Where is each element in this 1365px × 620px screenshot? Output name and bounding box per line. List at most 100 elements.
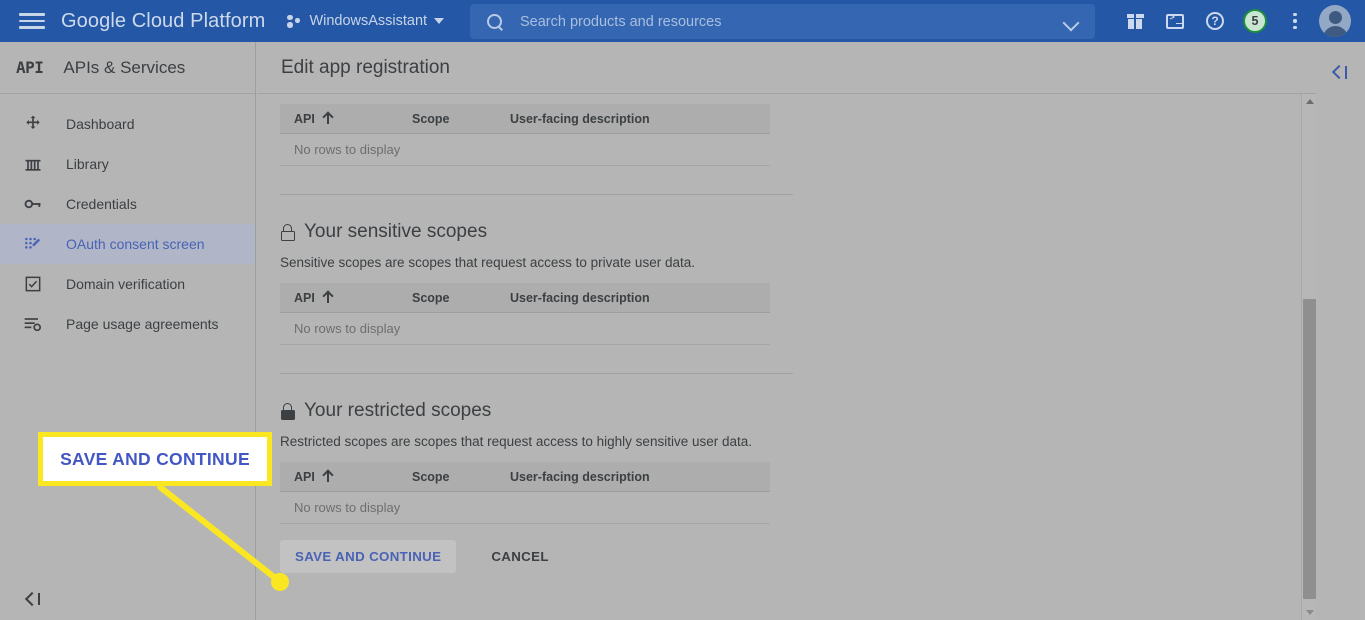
account-avatar[interactable] — [1319, 5, 1351, 37]
column-header-description[interactable]: User-facing description — [496, 291, 770, 305]
column-label: API — [294, 290, 315, 305]
scopes-table: API Scope User-facing description No row… — [280, 104, 770, 166]
page-header: Edit app registration — [257, 42, 1316, 94]
help-glyph: ? — [1206, 12, 1224, 30]
sidebar-title: APIs & Services — [63, 57, 186, 77]
section-title-text: Your restricted scopes — [304, 400, 492, 421]
table-empty-message: No rows to display — [280, 313, 770, 345]
column-label: Scope — [412, 290, 450, 305]
section-non-sensitive-scopes: API Scope User-facing description No row… — [257, 94, 1316, 166]
scroll-content: API Scope User-facing description No row… — [257, 94, 1316, 620]
agreements-icon — [22, 313, 44, 335]
column-header-description[interactable]: User-facing description — [496, 470, 770, 484]
top-bar-icon-group: ? 5 — [1115, 0, 1357, 42]
sort-ascending-arrow-icon — [324, 113, 333, 124]
sidebar-item-page-usage-agreements[interactable]: Page usage agreements — [0, 304, 255, 344]
column-label: API — [294, 111, 315, 126]
column-label: API — [294, 469, 315, 484]
sidebar-item-label: Domain verification — [66, 276, 186, 292]
cloud-shell-icon[interactable] — [1155, 0, 1195, 42]
sidebar-item-label: Dashboard — [66, 116, 135, 132]
checkbox-icon — [22, 273, 44, 295]
column-header-api[interactable]: API — [280, 470, 398, 484]
column-header-description[interactable]: User-facing description — [496, 112, 770, 126]
key-icon — [22, 193, 44, 215]
hamburger-menu-icon[interactable] — [19, 11, 45, 31]
brand-title: Google Cloud Platform — [61, 9, 266, 32]
section-sensitive-scopes: Your sensitive scopes Sensitive scopes a… — [257, 221, 1316, 345]
chevron-down-icon — [434, 18, 445, 24]
api-logo: API — [16, 58, 44, 77]
page-title: Edit app registration — [281, 56, 450, 78]
sort-ascending-arrow-icon — [324, 292, 333, 303]
consent-screen-icon — [22, 233, 44, 255]
sidebar-nav-list: Dashboard Library Credentials OAuth cons… — [0, 94, 255, 344]
section-title: Your sensitive scopes — [280, 221, 1316, 243]
right-rail — [1317, 42, 1365, 620]
section-title: Your restricted scopes — [280, 400, 1316, 422]
sidebar-item-oauth-consent-screen[interactable]: OAuth consent screen — [0, 224, 255, 264]
main-content: Edit app registration API Scope User-fac… — [257, 42, 1316, 620]
vertical-scrollbar[interactable] — [1301, 94, 1316, 620]
project-name: WindowsAssistant — [309, 13, 428, 29]
scopes-table: API Scope User-facing description No row… — [280, 283, 770, 345]
cancel-button[interactable]: CANCEL — [476, 540, 564, 573]
scrollbar-thumb[interactable] — [1303, 299, 1316, 599]
table-header-row: API Scope User-facing description — [280, 462, 770, 492]
section-restricted-scopes: Your restricted scopes Restricted scopes… — [257, 400, 1316, 524]
sort-ascending-arrow-icon — [324, 471, 333, 482]
column-header-api[interactable]: API — [280, 291, 398, 305]
library-icon — [22, 153, 44, 175]
sidebar-item-credentials[interactable]: Credentials — [0, 184, 255, 224]
column-label: User-facing description — [510, 290, 650, 305]
sidebar-item-label: Credentials — [66, 196, 137, 212]
search-icon — [486, 13, 504, 31]
notifications-badge[interactable]: 5 — [1235, 0, 1275, 42]
sidebar-item-dashboard[interactable]: Dashboard — [0, 104, 255, 144]
scroll-down-arrow-icon[interactable] — [1302, 605, 1317, 620]
search-chevron-down-icon[interactable] — [1065, 17, 1079, 26]
scroll-up-arrow-icon[interactable] — [1302, 94, 1317, 109]
save-and-continue-button[interactable]: SAVE AND CONTINUE — [280, 540, 457, 573]
annotation-callout: SAVE AND CONTINUE — [38, 432, 272, 486]
section-title-text: Your sensitive scopes — [304, 221, 488, 242]
column-header-scope[interactable]: Scope — [398, 470, 496, 484]
lock-closed-icon — [280, 402, 295, 420]
more-options-icon[interactable] — [1275, 0, 1315, 42]
table-empty-message: No rows to display — [280, 492, 770, 524]
left-sidebar: API APIs & Services Dashboard Library Cr… — [0, 42, 256, 620]
column-header-scope[interactable]: Scope — [398, 112, 496, 126]
section-description: Sensitive scopes are scopes that request… — [280, 255, 695, 270]
sidebar-header: API APIs & Services — [0, 42, 255, 94]
notification-count: 5 — [1243, 9, 1267, 33]
sidebar-item-domain-verification[interactable]: Domain verification — [0, 264, 255, 304]
column-label: Scope — [412, 469, 450, 484]
column-header-api[interactable]: API — [280, 112, 398, 126]
search-bar[interactable]: Search products and resources — [470, 4, 1095, 39]
help-icon[interactable]: ? — [1195, 0, 1235, 42]
form-action-buttons: SAVE AND CONTINUE CANCEL — [257, 540, 1316, 573]
column-label: Scope — [412, 111, 450, 126]
table-empty-message: No rows to display — [280, 134, 770, 166]
sidebar-item-label: Page usage agreements — [66, 316, 219, 332]
app-window: Google Cloud Platform WindowsAssistant S… — [0, 0, 1365, 620]
table-header-row: API Scope User-facing description — [280, 104, 770, 134]
column-label: User-facing description — [510, 469, 650, 484]
dashboard-icon — [22, 113, 44, 135]
scopes-table: API Scope User-facing description No row… — [280, 462, 770, 524]
annotation-callout-text: SAVE AND CONTINUE — [60, 448, 250, 469]
column-header-scope[interactable]: Scope — [398, 291, 496, 305]
expand-panel-icon[interactable] — [1325, 57, 1355, 87]
search-input[interactable]: Search products and resources — [520, 14, 1065, 30]
sidebar-item-label: Library — [66, 156, 109, 172]
gift-icon[interactable] — [1115, 0, 1155, 42]
project-dots-icon — [287, 14, 302, 28]
collapse-panel-icon[interactable] — [20, 586, 46, 612]
project-selector[interactable]: WindowsAssistant — [287, 13, 445, 29]
section-description: Restricted scopes are scopes that reques… — [280, 434, 752, 449]
table-header-row: API Scope User-facing description — [280, 283, 770, 313]
lock-open-icon — [280, 223, 295, 241]
top-navigation-bar: Google Cloud Platform WindowsAssistant S… — [0, 0, 1365, 42]
sidebar-item-library[interactable]: Library — [0, 144, 255, 184]
sidebar-item-label: OAuth consent screen — [66, 236, 205, 252]
